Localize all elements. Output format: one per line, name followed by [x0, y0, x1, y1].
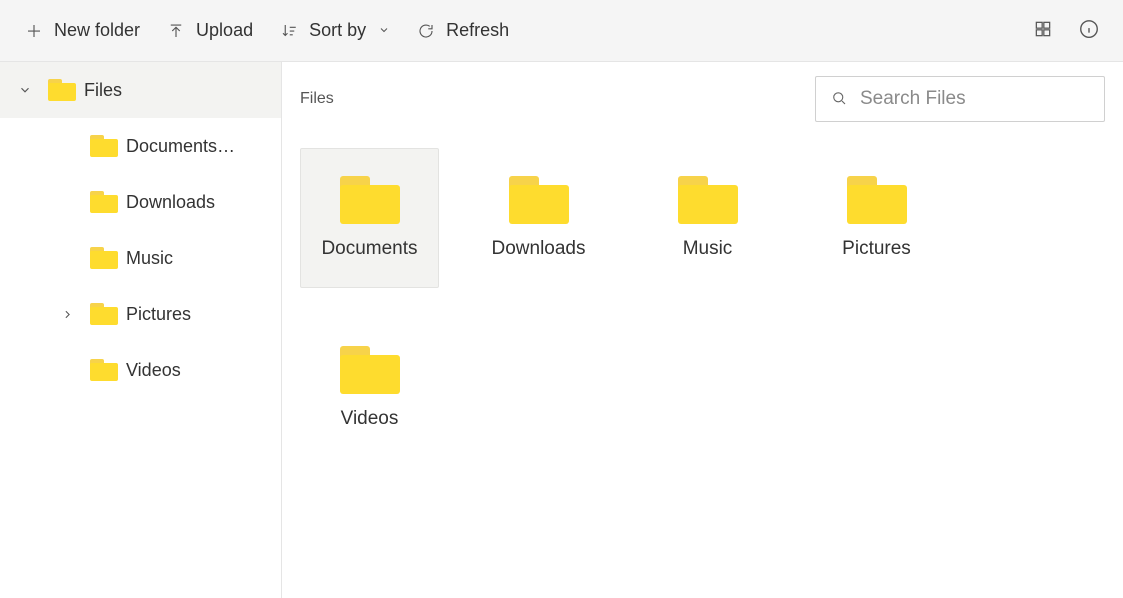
sidebar-item-label: Downloads	[126, 192, 215, 213]
chevron-down-icon	[378, 20, 390, 41]
folder-icon	[90, 247, 118, 269]
grid-icon	[1033, 19, 1053, 42]
sidebar-item-label: Pictures	[126, 304, 191, 325]
main-header: Files	[282, 62, 1123, 128]
sidebar-item-label: Music	[126, 248, 173, 269]
grid-item-label: Music	[683, 238, 733, 260]
folder-icon	[340, 346, 400, 394]
chevron-down-icon[interactable]	[10, 83, 40, 97]
sidebar-item-downloads[interactable]: Downloads	[0, 174, 281, 230]
grid-item-label: Downloads	[492, 238, 586, 260]
sidebar-item-pictures[interactable]: Pictures	[0, 286, 281, 342]
sidebar-item-files[interactable]: Files	[0, 62, 281, 118]
grid-item-documents[interactable]: Documents	[300, 148, 439, 288]
toolbar: New folder Upload Sort by Refresh	[0, 0, 1123, 62]
sort-by-label: Sort by	[309, 20, 366, 41]
refresh-button[interactable]: Refresh	[406, 12, 519, 49]
breadcrumb[interactable]: Files	[300, 90, 334, 108]
chevron-right-icon[interactable]	[52, 308, 82, 321]
grid-item-videos[interactable]: Videos	[300, 318, 439, 458]
sidebar-item-videos[interactable]: Videos	[0, 342, 281, 398]
sidebar-item-label: Videos	[126, 360, 181, 381]
grid-item-music[interactable]: Music	[638, 148, 777, 288]
sort-by-button[interactable]: Sort by	[269, 12, 400, 49]
search-icon	[830, 89, 848, 110]
upload-button[interactable]: Upload	[156, 12, 263, 49]
grid-item-label: Videos	[341, 408, 399, 430]
folder-icon	[48, 79, 76, 101]
new-folder-label: New folder	[54, 20, 140, 41]
sidebar-item-music[interactable]: Music	[0, 230, 281, 286]
sidebar-item-documents[interactable]: Documents…	[0, 118, 281, 174]
plus-icon	[24, 21, 44, 41]
folder-icon	[509, 176, 569, 224]
refresh-label: Refresh	[446, 20, 509, 41]
info-icon	[1078, 18, 1100, 43]
view-grid-button[interactable]	[1023, 11, 1063, 51]
info-button[interactable]	[1069, 11, 1109, 51]
grid-item-downloads[interactable]: Downloads	[469, 148, 608, 288]
grid-item-pictures[interactable]: Pictures	[807, 148, 946, 288]
folder-icon	[847, 176, 907, 224]
upload-icon	[166, 21, 186, 41]
folder-icon	[90, 135, 118, 157]
search-box[interactable]	[815, 76, 1105, 122]
folder-icon	[90, 359, 118, 381]
folder-icon	[90, 191, 118, 213]
upload-label: Upload	[196, 20, 253, 41]
folder-icon	[90, 303, 118, 325]
grid-item-label: Documents	[321, 238, 417, 260]
sidebar-item-label: Documents…	[126, 136, 235, 157]
search-input[interactable]	[860, 88, 1105, 110]
folder-icon	[678, 176, 738, 224]
main-pane: Files Documents Downloads Music Pictures Vid…	[282, 62, 1123, 598]
grid-item-label: Pictures	[842, 238, 911, 260]
new-folder-button[interactable]: New folder	[14, 12, 150, 49]
items-grid: Documents Downloads Music Pictures Videos	[282, 128, 1123, 478]
sidebar-root-label: Files	[84, 80, 122, 101]
folder-icon	[340, 176, 400, 224]
sort-icon	[279, 21, 299, 41]
refresh-icon	[416, 21, 436, 41]
sidebar: Files Documents… Downloads Music Pictures Vi…	[0, 62, 282, 598]
